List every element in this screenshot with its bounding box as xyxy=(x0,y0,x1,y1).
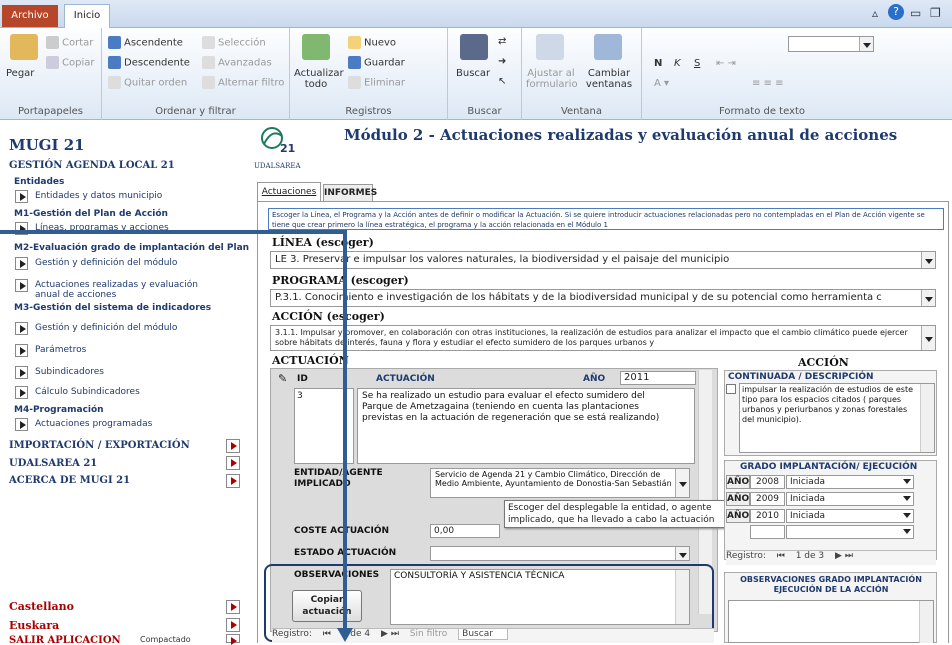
annotation-arrow xyxy=(0,230,353,642)
